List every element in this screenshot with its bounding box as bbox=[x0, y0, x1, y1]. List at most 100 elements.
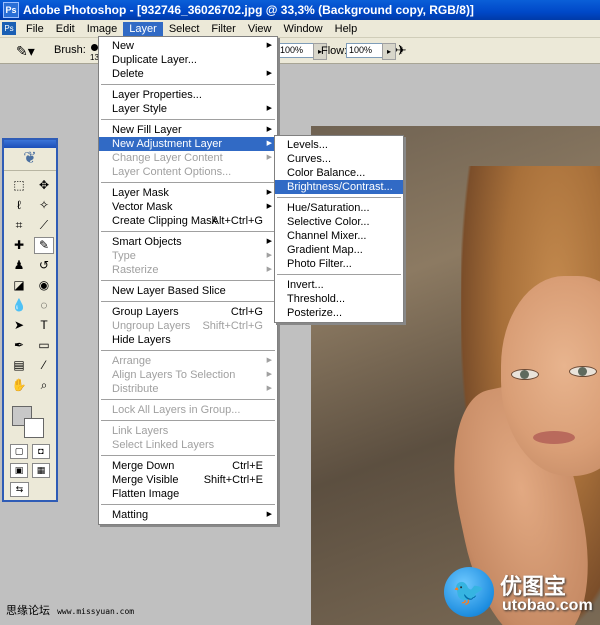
menu-item-new-adjustment-layer[interactable]: New Adjustment Layer ▶ bbox=[99, 137, 277, 151]
background-color-swatch[interactable] bbox=[24, 418, 44, 438]
menu-separator bbox=[101, 301, 275, 302]
menu-item-label: Create Clipping Mask bbox=[112, 215, 218, 227]
menu-item-smart-objects[interactable]: Smart Objects ▶ bbox=[99, 235, 277, 249]
flow-field[interactable]: 100% bbox=[346, 43, 384, 58]
airbrush-icon[interactable]: ✈ bbox=[395, 42, 407, 59]
menu-item-vector-mask[interactable]: Vector Mask ▶ bbox=[99, 200, 277, 214]
menu-view[interactable]: View bbox=[242, 22, 278, 36]
path-select-icon[interactable]: ➤ bbox=[9, 317, 29, 334]
menu-item-label: Distribute bbox=[112, 383, 159, 395]
magic-wand-icon[interactable]: ✧ bbox=[34, 197, 54, 214]
menu-item-curves[interactable]: Curves... bbox=[275, 152, 403, 166]
menu-item-label: Type bbox=[112, 250, 136, 262]
slice-icon[interactable]: ⟋ bbox=[34, 217, 54, 234]
hand-icon[interactable]: ✋ bbox=[9, 377, 29, 394]
type-icon[interactable]: T bbox=[34, 317, 54, 334]
menu-file[interactable]: File bbox=[20, 22, 50, 36]
menu-item-change-layer-content: Change Layer Content ▶ bbox=[99, 151, 277, 165]
menu-item-create-clipping-mask[interactable]: Create Clipping Mask Alt+Ctrl+G bbox=[99, 214, 277, 228]
toolbox-header[interactable] bbox=[4, 140, 56, 148]
jump-to-imageready-icon[interactable]: ⇆ bbox=[10, 482, 29, 497]
crop-icon[interactable]: ⌗ bbox=[9, 217, 29, 234]
submenu-arrow-icon: ▶ bbox=[266, 189, 272, 196]
menu-image[interactable]: Image bbox=[81, 22, 124, 36]
menu-item-hide-layers[interactable]: Hide Layers bbox=[99, 333, 277, 347]
menu-item-new-fill-layer[interactable]: New Fill Layer ▶ bbox=[99, 123, 277, 137]
submenu-arrow-icon: ▶ bbox=[266, 371, 272, 378]
menu-item-gradient-map[interactable]: Gradient Map... bbox=[275, 243, 403, 257]
shape-icon[interactable]: ▭ bbox=[34, 337, 54, 354]
submenu-arrow-icon: ▶ bbox=[266, 252, 272, 259]
menu-item-matting[interactable]: Matting ▶ bbox=[99, 508, 277, 522]
menu-select[interactable]: Select bbox=[163, 22, 206, 36]
menu-item-label: Select Linked Layers bbox=[112, 439, 215, 451]
submenu-arrow-icon: ▶ bbox=[266, 105, 272, 112]
menu-item-levels[interactable]: Levels... bbox=[275, 138, 403, 152]
menu-item-group-layers[interactable]: Group Layers Ctrl+G bbox=[99, 305, 277, 319]
lasso-icon[interactable]: ℓ bbox=[9, 197, 29, 214]
standard-mode-icon[interactable]: ▢ bbox=[10, 444, 28, 459]
notes-icon[interactable]: ▤ bbox=[9, 357, 29, 374]
menu-item-merge-down[interactable]: Merge Down Ctrl+E bbox=[99, 459, 277, 473]
flow-arrow-icon[interactable]: ▸ bbox=[382, 43, 396, 60]
zoom-icon[interactable]: ⌕ bbox=[34, 377, 54, 394]
menu-item-flatten-image[interactable]: Flatten Image bbox=[99, 487, 277, 501]
photoshop-app-icon: Ps bbox=[3, 2, 19, 18]
bucket-icon[interactable]: ◉ bbox=[34, 277, 54, 294]
photo-eye bbox=[511, 369, 539, 380]
menu-item-hue-saturation[interactable]: Hue/Saturation... bbox=[275, 201, 403, 215]
brush-preset-icon[interactable]: ✎▾ bbox=[16, 43, 35, 60]
feather-icon[interactable]: ❦ bbox=[4, 148, 56, 171]
menu-item-layer-properties[interactable]: Layer Properties... bbox=[99, 88, 277, 102]
photoshop-logo-icon[interactable]: Ps bbox=[2, 22, 16, 35]
menu-item-channel-mixer[interactable]: Channel Mixer... bbox=[275, 229, 403, 243]
screen-mode-full-icon[interactable]: ▦ bbox=[32, 463, 50, 478]
menu-item-label: Matting bbox=[112, 509, 149, 521]
menu-separator bbox=[101, 182, 275, 183]
move-icon[interactable]: ✥ bbox=[34, 177, 54, 194]
menu-item-new[interactable]: New ▶ bbox=[99, 39, 277, 53]
menu-separator bbox=[101, 231, 275, 232]
menu-filter[interactable]: Filter bbox=[205, 22, 241, 36]
menu-item-distribute: Distribute ▶ bbox=[99, 382, 277, 396]
menu-item-photo-filter[interactable]: Photo Filter... bbox=[275, 257, 403, 271]
opacity-field[interactable]: 100% bbox=[277, 43, 315, 58]
menu-item-label: Selective Color... bbox=[287, 216, 370, 228]
healing-brush-icon[interactable]: ✚ bbox=[9, 237, 29, 254]
blur-icon[interactable]: 💧 bbox=[9, 297, 29, 314]
menu-item-label: Posterize... bbox=[287, 307, 343, 319]
menu-item-color-balance[interactable]: Color Balance... bbox=[275, 166, 403, 180]
menu-item-threshold[interactable]: Threshold... bbox=[275, 292, 403, 306]
marquee-icon[interactable]: ⬚ bbox=[9, 177, 29, 194]
menu-item-invert[interactable]: Invert... bbox=[275, 278, 403, 292]
menu-window[interactable]: Window bbox=[278, 22, 329, 36]
menu-item-label: Duplicate Layer... bbox=[112, 54, 197, 66]
menu-item-merge-visible[interactable]: Merge Visible Shift+Ctrl+E bbox=[99, 473, 277, 487]
menu-item-label: Merge Visible bbox=[112, 474, 179, 486]
menu-item-layer-mask[interactable]: Layer Mask ▶ bbox=[99, 186, 277, 200]
dodge-icon[interactable]: ◌ bbox=[34, 297, 54, 314]
menu-item-new-layer-based-slice[interactable]: New Layer Based Slice bbox=[99, 284, 277, 298]
menu-item-delete[interactable]: Delete ▶ bbox=[99, 67, 277, 81]
menu-item-duplicate-layer[interactable]: Duplicate Layer... bbox=[99, 53, 277, 67]
quick-mask-mode-icon[interactable]: ◘ bbox=[32, 444, 50, 459]
menu-item-posterize[interactable]: Posterize... bbox=[275, 306, 403, 320]
stamp-icon[interactable]: ♟ bbox=[9, 257, 29, 274]
new-adjustment-layer-submenu: Levels... Curves... Color Balance... Bright… bbox=[274, 135, 404, 323]
menu-help[interactable]: Help bbox=[329, 22, 364, 36]
brush-icon[interactable]: ✎ bbox=[34, 237, 54, 254]
menu-layer[interactable]: Layer bbox=[123, 21, 163, 36]
screen-mode-standard-icon[interactable]: ▣ bbox=[10, 463, 28, 478]
eraser-icon[interactable]: ◪ bbox=[9, 277, 29, 294]
brush-tip-preview[interactable] bbox=[91, 44, 98, 51]
eyedropper-icon[interactable]: ⁄ bbox=[34, 357, 54, 374]
menu-edit[interactable]: Edit bbox=[50, 22, 81, 36]
menu-item-link-layers: Link Layers bbox=[99, 424, 277, 438]
menu-item-label: Hue/Saturation... bbox=[287, 202, 370, 214]
menu-item-label: Levels... bbox=[287, 139, 328, 151]
menu-item-layer-style[interactable]: Layer Style ▶ bbox=[99, 102, 277, 116]
menu-item-brightness-contrast[interactable]: Brightness/Contrast... bbox=[275, 180, 403, 194]
menu-item-selective-color[interactable]: Selective Color... bbox=[275, 215, 403, 229]
pen-icon[interactable]: ✒ bbox=[9, 337, 29, 354]
history-brush-icon[interactable]: ↺ bbox=[34, 257, 54, 274]
